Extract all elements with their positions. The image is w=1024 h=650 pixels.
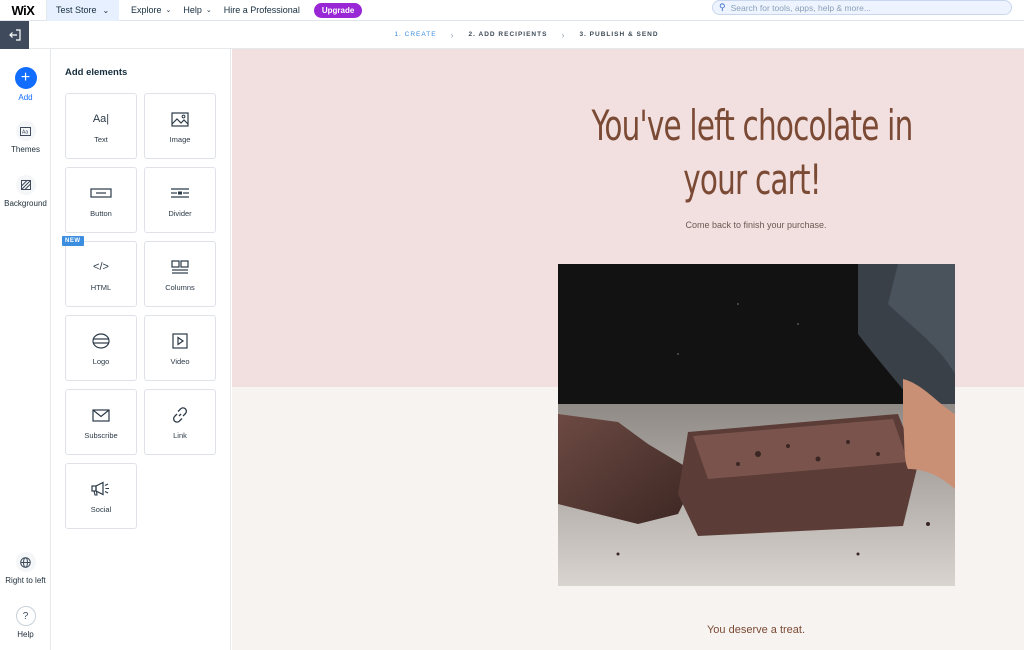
search-input[interactable]: ⚲ Search for tools, apps, help & more... <box>712 0 1012 15</box>
element-social-label: Social <box>90 505 112 514</box>
element-html[interactable]: NEW </> HTML <box>62 236 137 307</box>
image-icon <box>171 108 189 130</box>
rail-themes-label: Themes <box>11 145 40 154</box>
top-bar: WiX Test Store ⌄ Explore ⌄ Help ⌄ Hire a… <box>0 0 1024 21</box>
element-logo-label: Logo <box>92 357 110 366</box>
email-canvas[interactable]: You've left chocolate in your cart! Come… <box>232 49 1024 650</box>
chevron-right-icon: › <box>561 29 566 40</box>
rail-help-label: Help <box>17 630 34 639</box>
top-menu: Explore ⌄ Help ⌄ Hire a Professional Upg… <box>131 2 363 18</box>
exit-editor-button[interactable] <box>0 21 29 49</box>
plus-icon: + <box>14 67 37 89</box>
wix-logo[interactable]: WiX <box>0 0 47 21</box>
globe-icon <box>15 552 36 572</box>
link-icon <box>171 404 189 426</box>
chocolate-photo[interactable] <box>558 264 955 586</box>
site-name: Test Store <box>56 5 97 15</box>
element-button-label: Button <box>90 209 112 218</box>
upgrade-button[interactable]: Upgrade <box>313 2 363 18</box>
footer-text[interactable]: You deserve a treat. <box>558 624 954 636</box>
svg-text:Aa: Aa <box>22 129 28 135</box>
menu-help[interactable]: Help ⌄ <box>183 5 211 15</box>
exit-icon <box>8 29 21 41</box>
background-icon <box>15 175 36 195</box>
element-divider[interactable]: Divider <box>144 167 216 233</box>
site-selector[interactable]: Test Store ⌄ <box>47 0 119 21</box>
step-create[interactable]: 1. CREATE <box>394 31 436 38</box>
element-link-label: Link <box>173 431 187 440</box>
element-social[interactable]: Social <box>65 463 137 529</box>
element-link[interactable]: Link <box>144 389 216 455</box>
subheadline[interactable]: Come back to finish your purchase. <box>558 220 954 230</box>
element-text[interactable]: Aa| Text <box>65 93 137 159</box>
code-icon: </> <box>93 261 109 273</box>
chocolate-image <box>558 264 955 586</box>
menu-help-label: Help <box>183 5 202 15</box>
new-badge: NEW <box>62 236 84 246</box>
search-placeholder: Search for tools, apps, help & more... <box>730 2 871 13</box>
left-rail: + Add Aa Themes Background Right to left… <box>0 49 51 650</box>
element-video[interactable]: Video <box>144 315 216 381</box>
element-image[interactable]: Image <box>144 93 216 159</box>
element-columns-label: Columns <box>165 283 195 292</box>
menu-hire-professional[interactable]: Hire a Professional <box>224 5 300 15</box>
element-image-label: Image <box>169 135 191 144</box>
step-publish-send[interactable]: 3. PUBLISH & SEND <box>579 31 658 38</box>
rail-themes[interactable]: Aa Themes <box>0 121 51 154</box>
headline[interactable]: You've left chocolate in your cart! <box>580 99 923 207</box>
text-icon: Aa| <box>92 113 110 125</box>
element-text-label: Text <box>94 135 108 144</box>
rail-background-label: Background <box>4 199 47 208</box>
rail-add-label: Add <box>18 93 33 102</box>
element-button[interactable]: Button <box>65 167 137 233</box>
element-video-label: Video <box>170 357 190 366</box>
chevron-down-icon: ⌄ <box>165 7 172 14</box>
question-icon: ? <box>15 606 36 626</box>
megaphone-icon <box>91 478 111 500</box>
element-divider-label: Divider <box>168 209 192 218</box>
panel-title: Add elements <box>65 67 128 78</box>
chevron-down-icon: ⌄ <box>102 5 110 15</box>
rail-add[interactable]: + Add <box>0 67 51 102</box>
chevron-right-icon: › <box>450 29 455 40</box>
rail-rtl-label: Right to left <box>5 576 46 585</box>
rail-right-to-left[interactable]: Right to left <box>0 552 51 585</box>
logo-icon <box>92 330 110 352</box>
element-columns[interactable]: Columns <box>144 241 216 307</box>
steps-bar: 1. CREATE › 2. ADD RECIPIENTS › 3. PUBLI… <box>29 21 1024 49</box>
element-logo[interactable]: Logo <box>65 315 137 381</box>
menu-hire-label: Hire a Professional <box>223 5 300 15</box>
step-add-recipients[interactable]: 2. ADD RECIPIENTS <box>469 31 548 38</box>
search-icon: ⚲ <box>719 2 726 12</box>
button-icon <box>90 182 112 204</box>
columns-icon <box>171 256 189 278</box>
rail-background[interactable]: Background <box>0 175 51 208</box>
envelope-icon <box>92 404 110 426</box>
video-icon <box>172 330 188 352</box>
menu-explore[interactable]: Explore ⌄ <box>131 5 171 15</box>
element-subscribe-label: Subscribe <box>84 431 118 440</box>
chevron-down-icon: ⌄ <box>205 7 212 14</box>
element-html-label: HTML <box>90 283 112 292</box>
themes-icon: Aa <box>15 121 36 141</box>
menu-explore-label: Explore <box>131 5 162 15</box>
element-subscribe[interactable]: Subscribe <box>65 389 137 455</box>
add-elements-panel: Add elements Aa| Text Image Button Divid… <box>51 49 231 650</box>
rail-help[interactable]: ? Help <box>0 606 51 639</box>
divider-icon <box>170 182 190 204</box>
